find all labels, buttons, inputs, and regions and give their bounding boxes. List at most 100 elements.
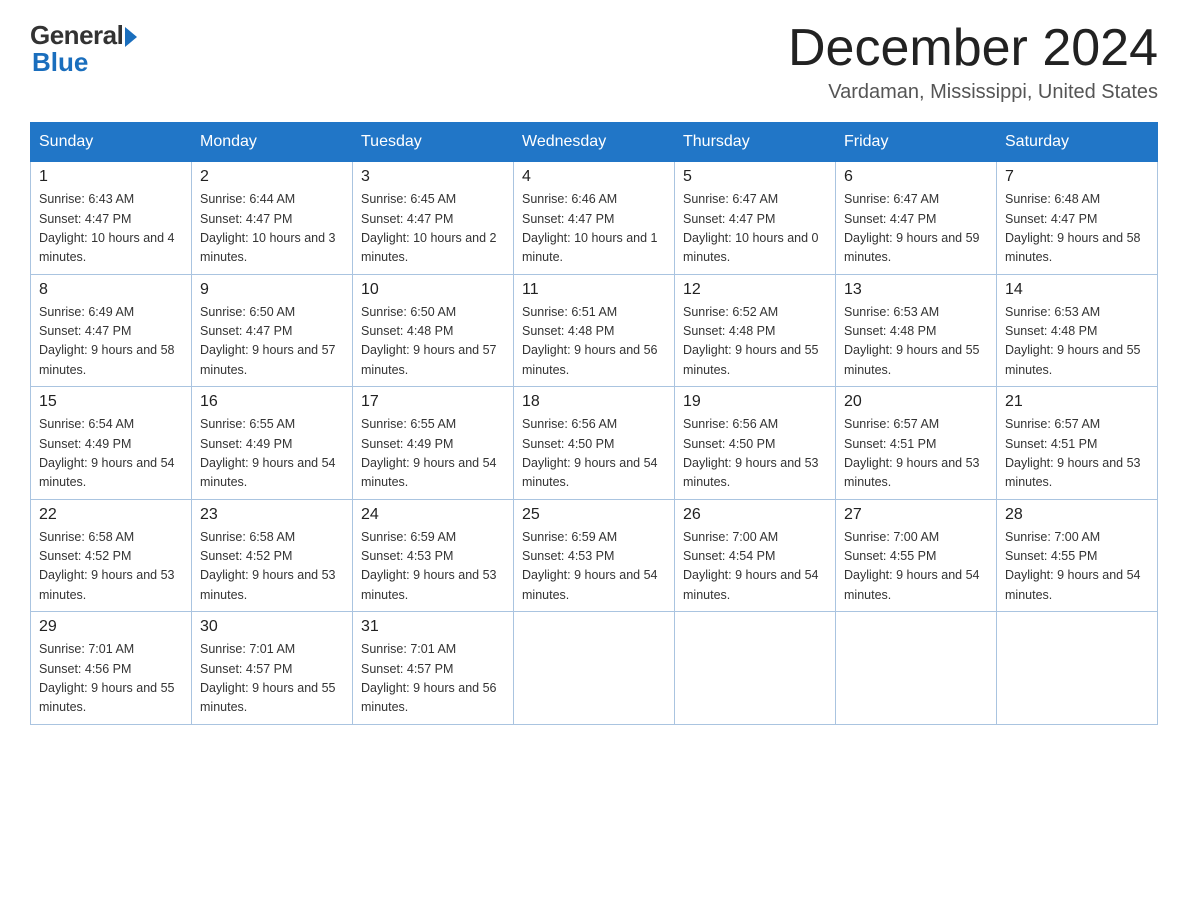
weekday-header-sunday: Sunday	[31, 123, 192, 162]
calendar-day-cell: 16 Sunrise: 6:55 AMSunset: 4:49 PMDaylig…	[192, 387, 353, 500]
calendar-day-cell: 1 Sunrise: 6:43 AMSunset: 4:47 PMDayligh…	[31, 162, 192, 275]
calendar-day-cell: 2 Sunrise: 6:44 AMSunset: 4:47 PMDayligh…	[192, 162, 353, 275]
calendar-day-cell: 17 Sunrise: 6:55 AMSunset: 4:49 PMDaylig…	[353, 387, 514, 500]
day-info: Sunrise: 6:51 AMSunset: 4:48 PMDaylight:…	[522, 305, 658, 377]
calendar-day-cell: 18 Sunrise: 6:56 AMSunset: 4:50 PMDaylig…	[514, 387, 675, 500]
day-info: Sunrise: 6:50 AMSunset: 4:48 PMDaylight:…	[361, 305, 497, 377]
title-block: December 2024 Vardaman, Mississippi, Uni…	[788, 20, 1158, 104]
calendar-day-cell: 20 Sunrise: 6:57 AMSunset: 4:51 PMDaylig…	[836, 387, 997, 500]
day-number: 29	[39, 618, 183, 636]
calendar-header-row: SundayMondayTuesdayWednesdayThursdayFrid…	[31, 123, 1158, 162]
day-info: Sunrise: 6:56 AMSunset: 4:50 PMDaylight:…	[522, 417, 658, 489]
calendar-day-cell: 4 Sunrise: 6:46 AMSunset: 4:47 PMDayligh…	[514, 162, 675, 275]
logo-triangle-icon	[125, 27, 137, 47]
day-number: 19	[683, 393, 827, 411]
day-number: 14	[1005, 281, 1149, 299]
day-number: 26	[683, 506, 827, 524]
calendar-table: SundayMondayTuesdayWednesdayThursdayFrid…	[30, 122, 1158, 725]
day-info: Sunrise: 6:54 AMSunset: 4:49 PMDaylight:…	[39, 417, 175, 489]
day-number: 23	[200, 506, 344, 524]
day-number: 3	[361, 168, 505, 186]
weekday-header-tuesday: Tuesday	[353, 123, 514, 162]
day-info: Sunrise: 6:50 AMSunset: 4:47 PMDaylight:…	[200, 305, 336, 377]
day-number: 31	[361, 618, 505, 636]
day-info: Sunrise: 7:01 AMSunset: 4:57 PMDaylight:…	[361, 642, 497, 714]
day-number: 5	[683, 168, 827, 186]
day-number: 2	[200, 168, 344, 186]
calendar-day-cell: 19 Sunrise: 6:56 AMSunset: 4:50 PMDaylig…	[675, 387, 836, 500]
day-info: Sunrise: 6:58 AMSunset: 4:52 PMDaylight:…	[39, 530, 175, 602]
day-number: 28	[1005, 506, 1149, 524]
day-info: Sunrise: 6:44 AMSunset: 4:47 PMDaylight:…	[200, 192, 336, 264]
calendar-day-cell: 11 Sunrise: 6:51 AMSunset: 4:48 PMDaylig…	[514, 274, 675, 387]
day-number: 13	[844, 281, 988, 299]
calendar-day-cell: 25 Sunrise: 6:59 AMSunset: 4:53 PMDaylig…	[514, 499, 675, 612]
weekday-header-friday: Friday	[836, 123, 997, 162]
calendar-day-cell: 13 Sunrise: 6:53 AMSunset: 4:48 PMDaylig…	[836, 274, 997, 387]
empty-cell	[997, 612, 1158, 725]
calendar-week-row: 22 Sunrise: 6:58 AMSunset: 4:52 PMDaylig…	[31, 499, 1158, 612]
day-info: Sunrise: 6:57 AMSunset: 4:51 PMDaylight:…	[1005, 417, 1141, 489]
logo[interactable]: General Blue	[30, 20, 137, 78]
day-number: 20	[844, 393, 988, 411]
empty-cell	[836, 612, 997, 725]
day-info: Sunrise: 6:47 AMSunset: 4:47 PMDaylight:…	[683, 192, 819, 264]
calendar-day-cell: 7 Sunrise: 6:48 AMSunset: 4:47 PMDayligh…	[997, 162, 1158, 275]
calendar-day-cell: 14 Sunrise: 6:53 AMSunset: 4:48 PMDaylig…	[997, 274, 1158, 387]
location-title: Vardaman, Mississippi, United States	[788, 81, 1158, 104]
calendar-day-cell: 10 Sunrise: 6:50 AMSunset: 4:48 PMDaylig…	[353, 274, 514, 387]
day-number: 9	[200, 281, 344, 299]
day-info: Sunrise: 6:52 AMSunset: 4:48 PMDaylight:…	[683, 305, 819, 377]
day-info: Sunrise: 6:56 AMSunset: 4:50 PMDaylight:…	[683, 417, 819, 489]
day-info: Sunrise: 6:58 AMSunset: 4:52 PMDaylight:…	[200, 530, 336, 602]
day-number: 15	[39, 393, 183, 411]
calendar-day-cell: 8 Sunrise: 6:49 AMSunset: 4:47 PMDayligh…	[31, 274, 192, 387]
day-number: 6	[844, 168, 988, 186]
calendar-day-cell: 22 Sunrise: 6:58 AMSunset: 4:52 PMDaylig…	[31, 499, 192, 612]
day-number: 7	[1005, 168, 1149, 186]
day-info: Sunrise: 6:59 AMSunset: 4:53 PMDaylight:…	[361, 530, 497, 602]
day-number: 25	[522, 506, 666, 524]
calendar-day-cell: 28 Sunrise: 7:00 AMSunset: 4:55 PMDaylig…	[997, 499, 1158, 612]
day-number: 21	[1005, 393, 1149, 411]
day-info: Sunrise: 7:01 AMSunset: 4:56 PMDaylight:…	[39, 642, 175, 714]
day-number: 30	[200, 618, 344, 636]
calendar-week-row: 29 Sunrise: 7:01 AMSunset: 4:56 PMDaylig…	[31, 612, 1158, 725]
day-number: 27	[844, 506, 988, 524]
day-number: 24	[361, 506, 505, 524]
day-number: 10	[361, 281, 505, 299]
day-info: Sunrise: 7:01 AMSunset: 4:57 PMDaylight:…	[200, 642, 336, 714]
page-header: General Blue December 2024 Vardaman, Mis…	[30, 20, 1158, 104]
day-number: 16	[200, 393, 344, 411]
day-info: Sunrise: 6:46 AMSunset: 4:47 PMDaylight:…	[522, 192, 658, 264]
calendar-day-cell: 29 Sunrise: 7:01 AMSunset: 4:56 PMDaylig…	[31, 612, 192, 725]
day-number: 12	[683, 281, 827, 299]
day-info: Sunrise: 7:00 AMSunset: 4:55 PMDaylight:…	[844, 530, 980, 602]
day-number: 1	[39, 168, 183, 186]
calendar-day-cell: 5 Sunrise: 6:47 AMSunset: 4:47 PMDayligh…	[675, 162, 836, 275]
weekday-header-thursday: Thursday	[675, 123, 836, 162]
calendar-day-cell: 27 Sunrise: 7:00 AMSunset: 4:55 PMDaylig…	[836, 499, 997, 612]
calendar-day-cell: 30 Sunrise: 7:01 AMSunset: 4:57 PMDaylig…	[192, 612, 353, 725]
day-info: Sunrise: 6:47 AMSunset: 4:47 PMDaylight:…	[844, 192, 980, 264]
calendar-day-cell: 31 Sunrise: 7:01 AMSunset: 4:57 PMDaylig…	[353, 612, 514, 725]
day-number: 18	[522, 393, 666, 411]
logo-blue-text: Blue	[30, 47, 88, 78]
calendar-day-cell: 12 Sunrise: 6:52 AMSunset: 4:48 PMDaylig…	[675, 274, 836, 387]
day-info: Sunrise: 6:59 AMSunset: 4:53 PMDaylight:…	[522, 530, 658, 602]
weekday-header-monday: Monday	[192, 123, 353, 162]
day-info: Sunrise: 6:45 AMSunset: 4:47 PMDaylight:…	[361, 192, 497, 264]
calendar-week-row: 8 Sunrise: 6:49 AMSunset: 4:47 PMDayligh…	[31, 274, 1158, 387]
calendar-day-cell: 9 Sunrise: 6:50 AMSunset: 4:47 PMDayligh…	[192, 274, 353, 387]
calendar-day-cell: 23 Sunrise: 6:58 AMSunset: 4:52 PMDaylig…	[192, 499, 353, 612]
day-number: 22	[39, 506, 183, 524]
weekday-header-wednesday: Wednesday	[514, 123, 675, 162]
day-info: Sunrise: 6:53 AMSunset: 4:48 PMDaylight:…	[844, 305, 980, 377]
calendar-day-cell: 15 Sunrise: 6:54 AMSunset: 4:49 PMDaylig…	[31, 387, 192, 500]
calendar-week-row: 1 Sunrise: 6:43 AMSunset: 4:47 PMDayligh…	[31, 162, 1158, 275]
day-info: Sunrise: 6:48 AMSunset: 4:47 PMDaylight:…	[1005, 192, 1141, 264]
calendar-day-cell: 26 Sunrise: 7:00 AMSunset: 4:54 PMDaylig…	[675, 499, 836, 612]
day-info: Sunrise: 7:00 AMSunset: 4:54 PMDaylight:…	[683, 530, 819, 602]
day-info: Sunrise: 6:55 AMSunset: 4:49 PMDaylight:…	[200, 417, 336, 489]
calendar-week-row: 15 Sunrise: 6:54 AMSunset: 4:49 PMDaylig…	[31, 387, 1158, 500]
